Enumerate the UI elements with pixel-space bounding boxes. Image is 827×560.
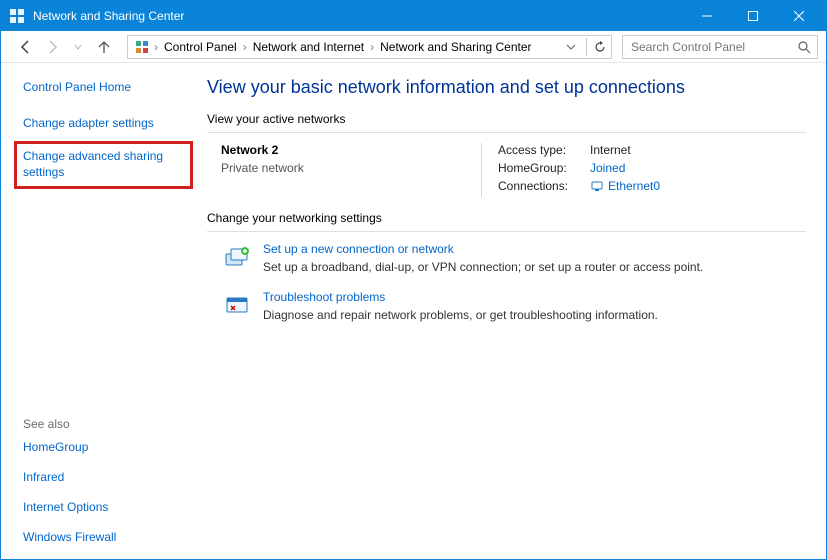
minimize-button[interactable] [684, 1, 730, 31]
active-networks-label: View your active networks [207, 112, 806, 126]
recent-dropdown-icon[interactable] [67, 36, 89, 58]
access-type-value: Internet [590, 143, 631, 157]
breadcrumb-item[interactable]: Network and Sharing Center [376, 40, 535, 54]
main-pane: View your basic network information and … [199, 63, 826, 559]
nav-row: › Control Panel › Network and Internet ›… [1, 31, 826, 63]
search-icon[interactable] [797, 40, 811, 54]
control-panel-home-link[interactable]: Control Panel Home [23, 79, 187, 95]
see-also-header: See also [23, 417, 187, 431]
connections-label: Connections: [498, 179, 590, 193]
troubleshoot-item: Troubleshoot problems Diagnose and repai… [221, 290, 806, 322]
homegroup-label: HomeGroup: [498, 161, 590, 175]
troubleshoot-link[interactable]: Troubleshoot problems [263, 290, 658, 304]
see-also-homegroup[interactable]: HomeGroup [23, 439, 187, 455]
chevron-right-icon[interactable]: › [368, 40, 376, 54]
access-type-label: Access type: [498, 143, 590, 157]
see-also-infrared[interactable]: Infrared [23, 469, 187, 485]
network-name: Network 2 [221, 143, 481, 157]
search-input[interactable] [629, 39, 797, 55]
window-title: Network and Sharing Center [33, 9, 684, 23]
chevron-right-icon[interactable]: › [152, 40, 160, 54]
highlighted-sidebar-item: Change advanced sharing settings [14, 141, 193, 189]
maximize-button[interactable] [730, 1, 776, 31]
setup-connection-link[interactable]: Set up a new connection or network [263, 242, 703, 256]
setup-connection-icon [221, 242, 253, 274]
back-button[interactable] [15, 36, 37, 58]
breadcrumb-dropdown-icon[interactable] [566, 42, 576, 52]
change-advanced-sharing-link[interactable]: Change advanced sharing settings [23, 148, 184, 180]
close-button[interactable] [776, 1, 822, 31]
troubleshoot-desc: Diagnose and repair network problems, or… [263, 308, 658, 322]
change-adapter-settings-link[interactable]: Change adapter settings [23, 115, 187, 131]
app-icon [9, 8, 25, 24]
up-button[interactable] [93, 36, 115, 58]
page-heading: View your basic network information and … [207, 77, 806, 98]
see-also-internet-options[interactable]: Internet Options [23, 499, 187, 515]
forward-button[interactable] [41, 36, 63, 58]
connections-link-text: Ethernet0 [608, 179, 660, 193]
refresh-button[interactable] [593, 40, 607, 54]
sidebar: Control Panel Home Change adapter settin… [1, 63, 199, 559]
network-subtitle: Private network [221, 161, 481, 175]
see-also-windows-firewall[interactable]: Windows Firewall [23, 529, 187, 545]
breadcrumb-item[interactable]: Control Panel [160, 40, 241, 54]
chevron-right-icon[interactable]: › [241, 40, 249, 54]
breadcrumbs: › Control Panel › Network and Internet ›… [127, 35, 612, 59]
titlebar: Network and Sharing Center [1, 1, 826, 31]
connections-value[interactable]: Ethernet0 [590, 179, 660, 193]
active-network-block: Network 2 Private network Access type: I… [207, 133, 806, 211]
control-panel-icon [134, 39, 150, 55]
setup-connection-item: Set up a new connection or network Set u… [221, 242, 806, 274]
ethernet-icon [590, 179, 604, 193]
homegroup-value[interactable]: Joined [590, 161, 625, 175]
troubleshoot-icon [221, 290, 253, 322]
setup-connection-desc: Set up a broadband, dial-up, or VPN conn… [263, 260, 703, 274]
change-settings-label: Change your networking settings [207, 211, 806, 225]
search-box[interactable] [622, 35, 818, 59]
breadcrumb-item[interactable]: Network and Internet [249, 40, 368, 54]
